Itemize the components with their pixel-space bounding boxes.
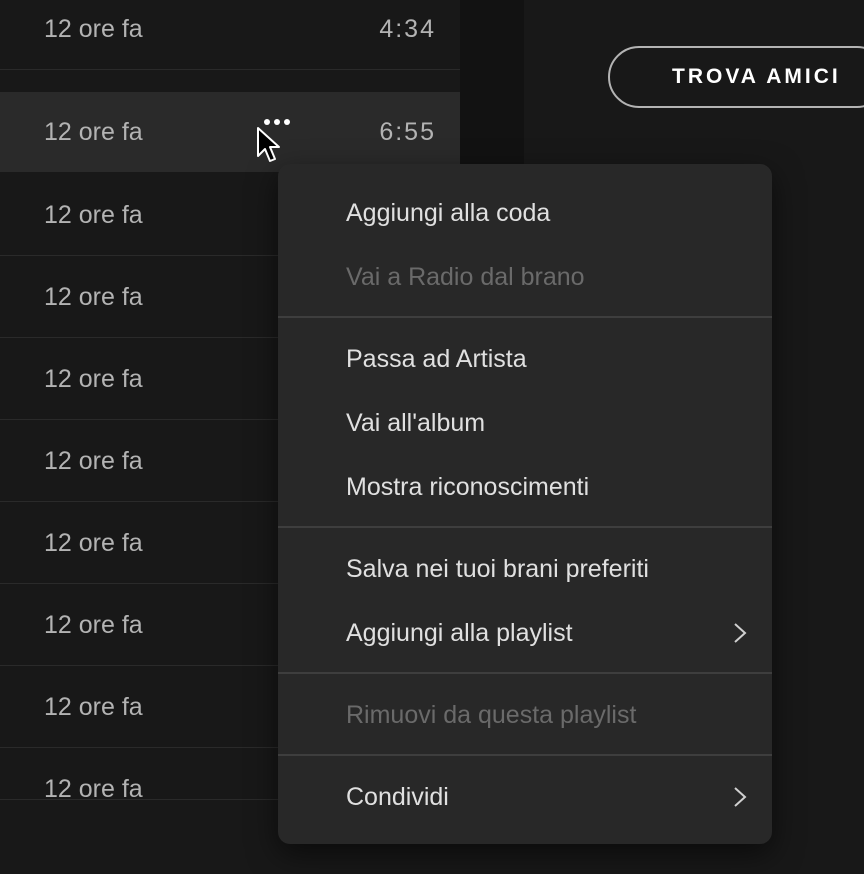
date-added: 12 ore fa <box>44 447 143 475</box>
menu-item-add-to-queue[interactable]: Aggiungi alla coda <box>346 181 772 245</box>
date-added: 12 ore fa <box>44 118 143 146</box>
date-added: 12 ore fa <box>44 15 143 43</box>
menu-item-add-to-playlist[interactable]: Aggiungi alla playlist <box>346 601 772 665</box>
track-row-hovered[interactable]: 12 ore fa 6:55 <box>0 92 460 172</box>
menu-item-share[interactable]: Condividi <box>346 765 772 829</box>
menu-item-go-to-radio: Vai a Radio dal brano <box>346 263 585 291</box>
date-added: 12 ore fa <box>44 365 143 393</box>
date-added: 12 ore fa <box>44 693 143 721</box>
date-added: 12 ore fa <box>44 611 143 639</box>
track-duration: 6:55 <box>379 118 436 146</box>
track-row[interactable]: 12 ore fa 4:34 <box>0 0 460 70</box>
chevron-right-icon <box>734 787 747 807</box>
date-added: 12 ore fa <box>44 529 143 557</box>
context-menu: Aggiungi alla coda Vai a Radio dal brano… <box>278 164 772 844</box>
chevron-right-icon <box>734 623 747 643</box>
menu-item-go-to-album[interactable]: Vai all'album <box>346 391 772 455</box>
menu-item-go-to-artist[interactable]: Passa ad Artista <box>346 327 772 391</box>
menu-item-remove-from-playlist: Rimuovi da questa playlist <box>346 701 637 729</box>
mouse-pointer-icon <box>257 127 280 162</box>
menu-item-save-to-liked[interactable]: Salva nei tuoi brani preferiti <box>346 537 772 601</box>
track-duration: 4:34 <box>379 15 436 43</box>
menu-item-label: Condividi <box>346 783 449 811</box>
date-added: 12 ore fa <box>44 283 143 311</box>
menu-divider <box>278 672 772 674</box>
menu-divider <box>278 754 772 756</box>
menu-item-label: Aggiungi alla playlist <box>346 619 573 647</box>
menu-item-show-credits[interactable]: Mostra riconoscimenti <box>346 455 772 519</box>
find-friends-button[interactable]: TROVA AMICI <box>608 46 864 108</box>
menu-divider <box>278 526 772 528</box>
date-added: 12 ore fa <box>44 201 143 229</box>
menu-divider <box>278 316 772 318</box>
